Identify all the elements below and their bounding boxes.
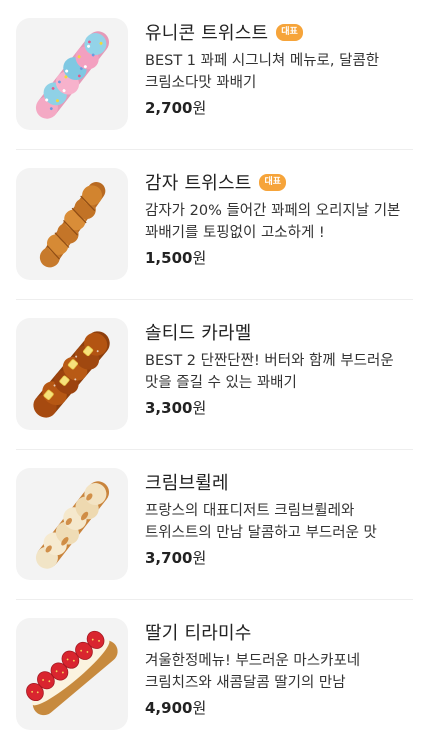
name-row: 솔티드 카라멜: [145, 318, 413, 346]
menu-item-price: 1,500원: [145, 247, 413, 268]
menu-item-salted-caramel[interactable]: 솔티드 카라멜 BEST 2 단짠단짠! 버터와 함께 부드러운 맛을 즐길 수…: [0, 300, 427, 450]
menu-item-name: 유니콘 트위스트: [145, 23, 269, 44]
strawberry-tiramisu-twist-icon: [16, 618, 128, 730]
price-currency: 원: [192, 249, 207, 267]
menu-item-description: 프랑스의 대표디저트 크림브륄레와 트위스트의 만남 달콤하고 부드러운 맛: [145, 503, 377, 541]
menu-item-name: 솔티드 카라멜: [145, 323, 252, 344]
menu-item-price: 3,700원: [145, 547, 413, 568]
menu-item-unicorn-twist[interactable]: 유니콘 트위스트 대표 BEST 1 꽈페 시그니쳐 메뉴로, 달콤한 크림소다…: [0, 0, 427, 150]
creme-brulee-twist-icon: [16, 468, 128, 580]
menu-item-description: 겨울한정메뉴! 부드러운 마스카포네 크림치즈와 새콤달콤 딸기의 만남: [145, 653, 361, 691]
menu-item-name: 딸기 티라미수: [145, 623, 252, 644]
signature-badge: 대표: [259, 173, 287, 191]
unicorn-twist-icon: [16, 18, 128, 130]
menu-item-info: 솔티드 카라멜 BEST 2 단짠단짠! 버터와 함께 부드러운 맛을 즐길 수…: [145, 318, 413, 418]
menu-item-info: 유니콘 트위스트 대표 BEST 1 꽈페 시그니쳐 메뉴로, 달콤한 크림소다…: [145, 18, 413, 118]
menu-item-info: 크림브륄레 프랑스의 대표디저트 크림브륄레와 트위스트의 만남 달콤하고 부드…: [145, 468, 413, 568]
menu-item-price: 2,700원: [145, 97, 413, 118]
price-value: 3,300: [145, 399, 193, 417]
price-value: 1,500: [145, 249, 193, 267]
price-currency: 원: [192, 699, 207, 717]
menu-item-description: BEST 1 꽈페 시그니쳐 메뉴로, 달콤한 크림소다맛 꽈배기: [145, 53, 380, 91]
name-row: 크림브륄레: [145, 468, 413, 496]
price-currency: 원: [192, 99, 207, 117]
menu-item-info: 감자 트위스트 대표 감자가 20% 들어간 꽈페의 오리지날 기본 꽈배기를 …: [145, 168, 413, 268]
menu-item-creme-brulee[interactable]: 크림브륄레 프랑스의 대표디저트 크림브륄레와 트위스트의 만남 달콤하고 부드…: [0, 450, 427, 600]
name-row: 유니콘 트위스트 대표: [145, 18, 413, 46]
menu-item-description: BEST 2 단짠단짠! 버터와 함께 부드러운 맛을 즐길 수 있는 꽈배기: [145, 353, 394, 391]
price-value: 4,900: [145, 699, 193, 717]
menu-list: 유니콘 트위스트 대표 BEST 1 꽈페 시그니쳐 메뉴로, 달콤한 크림소다…: [0, 0, 427, 744]
name-row: 감자 트위스트 대표: [145, 168, 413, 196]
menu-item-price: 3,300원: [145, 397, 413, 418]
price-value: 3,700: [145, 549, 193, 567]
name-row: 딸기 티라미수: [145, 618, 413, 646]
menu-item-description: 감자가 20% 들어간 꽈페의 오리지날 기본 꽈배기를 토핑없이 고소하게 !: [145, 203, 401, 241]
salted-caramel-twist-icon: [16, 318, 128, 430]
signature-badge: 대표: [276, 23, 303, 41]
price-value: 2,700: [145, 99, 193, 117]
price-currency: 원: [192, 549, 207, 567]
menu-item-info: 딸기 티라미수 겨울한정메뉴! 부드러운 마스카포네 크림치즈와 새콤달콤 딸기…: [145, 618, 413, 718]
potato-twist-icon: [16, 168, 128, 280]
price-currency: 원: [192, 399, 207, 417]
menu-item-potato-twist[interactable]: 감자 트위스트 대표 감자가 20% 들어간 꽈페의 오리지날 기본 꽈배기를 …: [0, 150, 427, 300]
menu-item-name: 감자 트위스트: [145, 173, 252, 194]
menu-item-name: 크림브륄레: [145, 473, 229, 494]
menu-item-strawberry-tiramisu[interactable]: 딸기 티라미수 겨울한정메뉴! 부드러운 마스카포네 크림치즈와 새콤달콤 딸기…: [0, 600, 427, 744]
menu-item-price: 4,900원: [145, 697, 413, 718]
